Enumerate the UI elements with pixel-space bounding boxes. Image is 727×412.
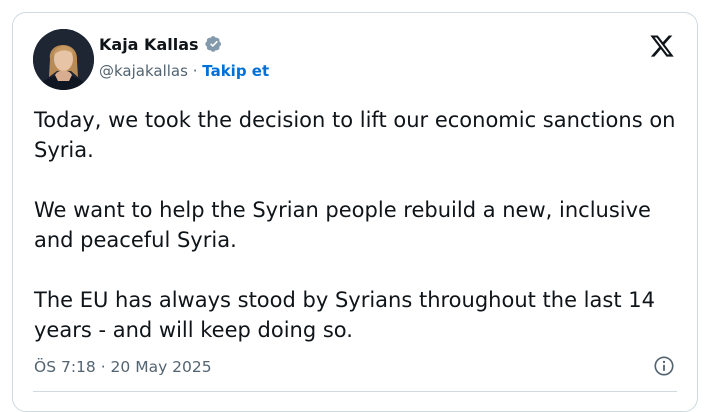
info-icon[interactable] [653,355,675,377]
author-name[interactable]: Kaja Kallas [99,35,199,54]
verified-badge-icon [204,34,224,54]
author-handle[interactable]: @kajakallas [99,62,188,80]
tweet-card: Kaja Kallas @kajakallas · Takip et Today… [12,12,698,412]
divider [33,391,677,392]
x-logo-icon[interactable] [649,33,675,59]
tweet-text: Today, we took the decision to lift our … [34,105,684,345]
tweet-paragraph: The EU has always stood by Syrians throu… [34,288,655,342]
follow-button[interactable]: Takip et [202,62,269,80]
tweet-paragraph: We want to help the Syrian people rebuil… [34,198,651,252]
handle-row: @kajakallas · Takip et [99,62,269,80]
tweet-paragraph: Today, we took the decision to lift our … [34,108,676,162]
author-name-row: Kaja Kallas [99,34,224,54]
tweet-timestamp[interactable]: ÖS 7:18 · 20 May 2025 [34,358,212,376]
avatar[interactable] [33,29,94,90]
avatar-image [33,29,94,90]
handle-separator: · [192,62,198,80]
